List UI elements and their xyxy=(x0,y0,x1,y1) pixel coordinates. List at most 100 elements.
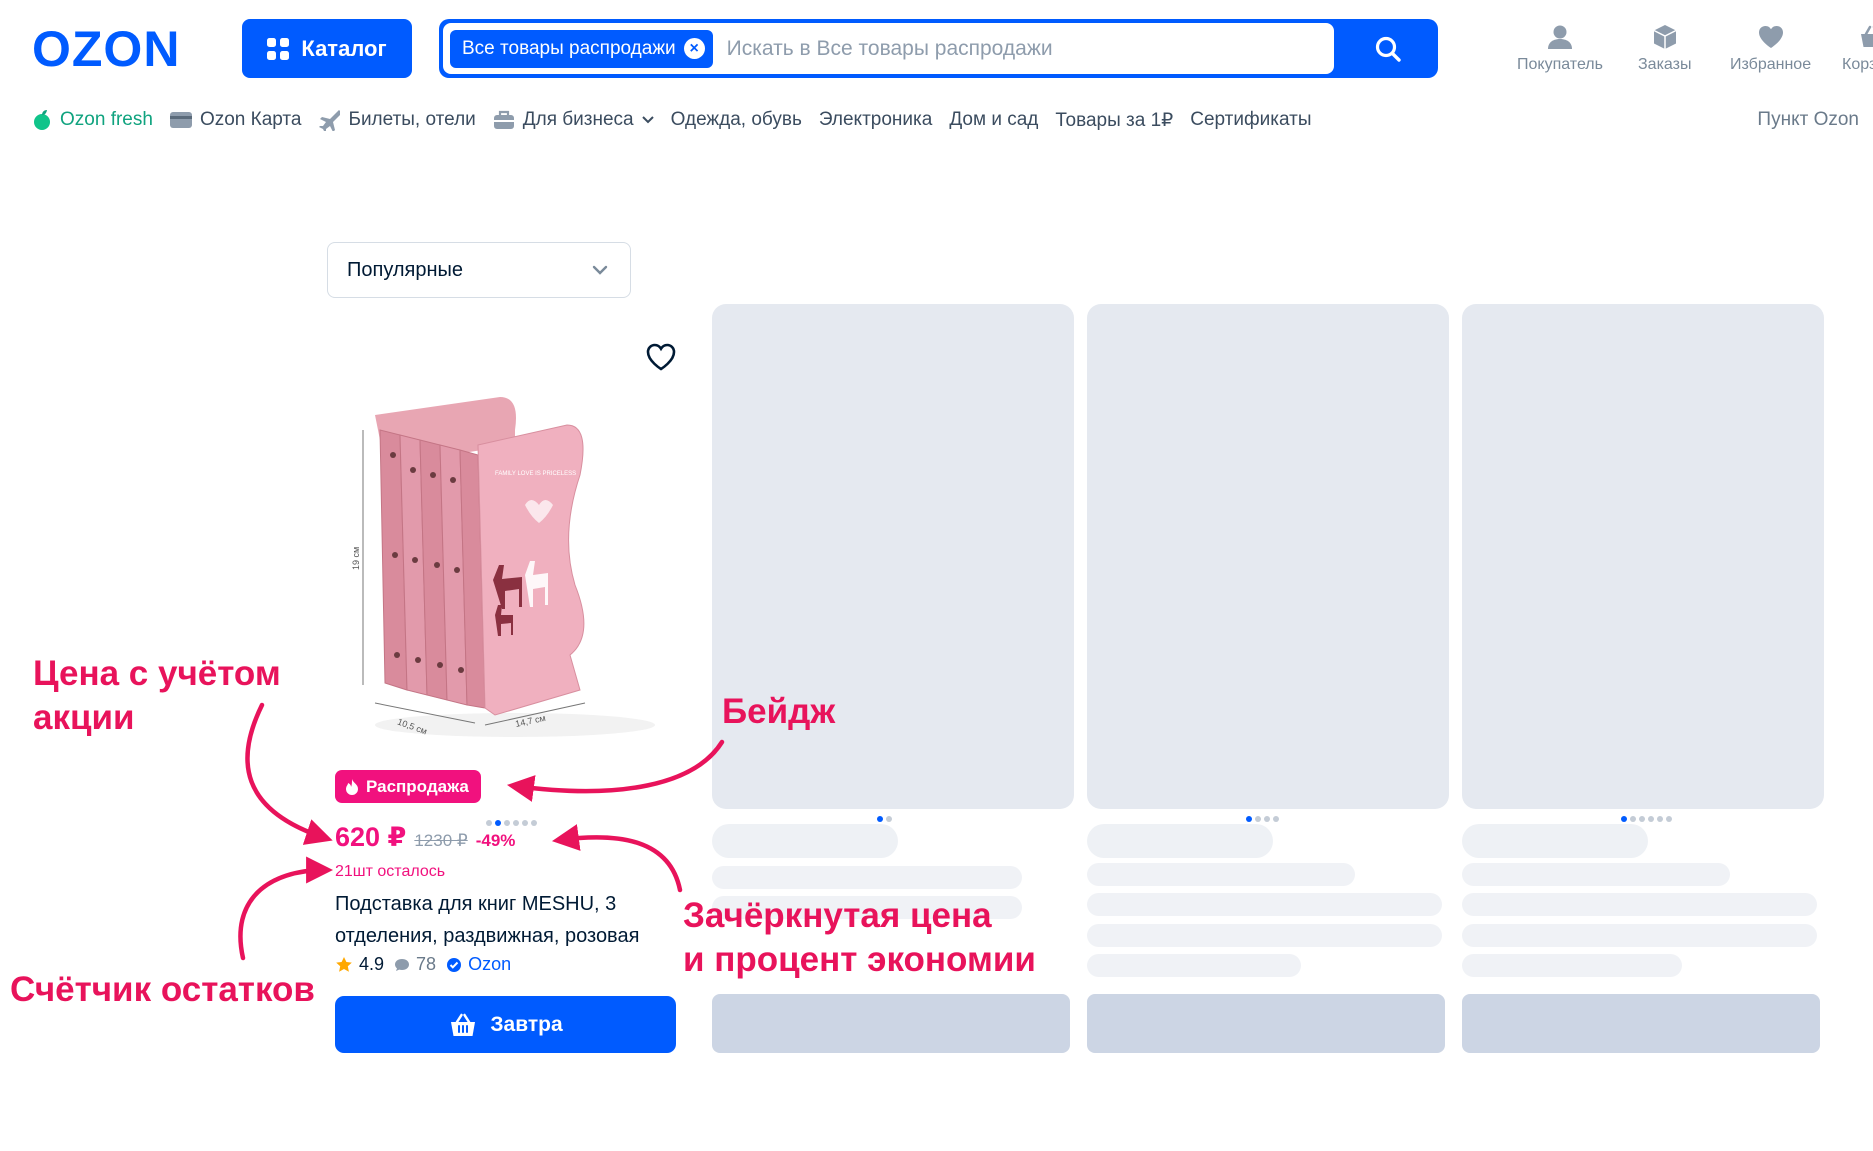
header-favorites[interactable]: Избранное xyxy=(1730,24,1811,74)
nav-item-ozon-fresh[interactable]: Ozon fresh xyxy=(32,109,153,131)
search-button[interactable] xyxy=(1338,19,1438,78)
search-scope-chip[interactable]: Все товары распродажи × xyxy=(450,29,713,68)
svg-text:19 см: 19 см xyxy=(351,547,361,570)
sale-badge: Распродажа xyxy=(335,770,481,803)
nav-label: Электроника xyxy=(818,109,933,130)
skeleton-line xyxy=(1087,893,1442,916)
nav-item-ozon-card[interactable]: Ozon Карта xyxy=(169,109,302,131)
annotation-line: акции xyxy=(33,698,135,737)
search-field: Все товары распродажи × xyxy=(443,23,1334,74)
carousel-dot[interactable] xyxy=(531,820,537,826)
arrow-to-badge xyxy=(506,739,725,802)
rating-value: 4.9 xyxy=(359,954,385,974)
old-price: 1230 ₽ xyxy=(414,831,468,850)
carousel-dot xyxy=(1639,816,1645,822)
header-user-label: Покупатель xyxy=(1517,56,1603,73)
product-image[interactable]: FAMILY LOVE IS PRICELESS 19 см 10,5 см 1… xyxy=(345,385,665,740)
chevron-down-icon xyxy=(641,116,654,124)
header-orders-label: Заказы xyxy=(1638,56,1692,73)
skeleton-line xyxy=(1462,893,1817,916)
carousel-dot xyxy=(1246,816,1252,822)
nav-item-business[interactable]: Для бизнеса xyxy=(493,109,654,131)
skeleton-price xyxy=(1462,824,1648,858)
skeleton-dots xyxy=(1246,816,1279,822)
header-cart[interactable]: Корзина xyxy=(1842,24,1873,74)
arrow-to-stock xyxy=(238,856,334,961)
carousel-dot xyxy=(1630,816,1636,822)
pickup-point-link[interactable]: Пункт Ozon xyxy=(1757,105,1859,135)
skeleton-line xyxy=(1087,954,1301,977)
skeleton-button xyxy=(1462,994,1820,1053)
chevron-down-icon xyxy=(592,265,608,275)
search-input[interactable] xyxy=(724,35,1329,62)
svg-text:OZON: OZON xyxy=(32,22,180,74)
annotation-line: Зачёркнутая цена xyxy=(683,896,992,935)
nav-label: Для бизнеса xyxy=(522,109,634,130)
nav-item-goods-for-1[interactable]: Товары за 1₽ xyxy=(1055,109,1173,132)
nav-label: Товары за 1₽ xyxy=(1055,109,1174,131)
seller-name[interactable]: Ozon xyxy=(468,954,511,975)
annotation-strike-price: Зачёркнутая цена и процент экономии xyxy=(683,894,1036,982)
category-nav: Ozon fresh Ozon Карта Билеты, отели Для … xyxy=(32,105,1328,135)
nav-item-certificates[interactable]: Сертификаты xyxy=(1190,109,1311,131)
product-title[interactable]: Подставка для книг MESHU, 3 отделения, р… xyxy=(335,888,685,952)
search-bar: Все товары распродажи × xyxy=(439,19,1438,78)
search-icon xyxy=(1375,36,1401,62)
header-cart-label: Корзина xyxy=(1842,56,1873,73)
carousel-dot xyxy=(886,816,892,822)
add-to-cart-label: Завтра xyxy=(490,1012,563,1036)
carousel-dot xyxy=(1264,816,1270,822)
nav-label: Ozon Карта xyxy=(199,109,302,130)
ozon-logo[interactable]: OZON xyxy=(30,22,210,74)
skeleton-image xyxy=(1462,304,1824,809)
annotation-promo-price: Цена с учётом акции xyxy=(33,652,281,740)
annotation-line: Цена с учётом xyxy=(33,654,281,693)
nav-label: Билеты, отели xyxy=(348,109,476,130)
current-price: 620 ₽ xyxy=(335,822,407,852)
catalog-label: Каталог xyxy=(301,35,387,61)
skeleton-line xyxy=(1087,924,1442,947)
card-icon xyxy=(169,112,192,128)
header-favorites-label: Избранное xyxy=(1730,56,1812,73)
nav-item-electronics[interactable]: Электроника xyxy=(819,109,932,131)
carousel-dot xyxy=(1648,816,1654,822)
sort-select[interactable]: Популярные xyxy=(327,242,631,298)
nav-item-tickets[interactable]: Билеты, отели xyxy=(318,109,476,131)
comment-icon xyxy=(395,958,410,971)
cart-icon xyxy=(1861,25,1873,47)
skeleton-price xyxy=(1087,824,1273,858)
price-row: 620 ₽ 1230 ₽ -49% xyxy=(335,822,515,853)
carousel-dot xyxy=(1621,816,1627,822)
search-scope-label: Все товары распродажи xyxy=(462,37,676,59)
catalog-button[interactable]: Каталог xyxy=(242,19,412,78)
flame-icon xyxy=(346,778,358,795)
annotation-badge: Бейдж xyxy=(722,692,836,731)
close-icon[interactable]: × xyxy=(683,38,705,59)
favorite-heart-icon[interactable] xyxy=(644,340,678,374)
reviews-count[interactable]: 78 xyxy=(416,954,436,975)
nav-label: Сертификаты xyxy=(1190,109,1312,130)
skeleton-dots xyxy=(877,816,892,822)
carousel-dot xyxy=(1666,816,1672,822)
stock-counter: 21шт осталось xyxy=(335,863,446,880)
verified-seller-icon xyxy=(447,957,462,972)
skeleton-price xyxy=(712,824,898,858)
carousel-dot[interactable] xyxy=(522,820,528,826)
cart-icon xyxy=(451,1013,476,1036)
header-orders[interactable]: Заказы xyxy=(1638,24,1691,74)
user-icon xyxy=(1547,25,1572,49)
header-user[interactable]: Покупатель xyxy=(1517,24,1603,74)
airplane-icon xyxy=(319,110,341,131)
skeleton-dots xyxy=(1621,816,1672,822)
sort-selected-value: Популярные xyxy=(347,258,464,281)
skeleton-button xyxy=(1087,994,1445,1053)
nav-item-clothes[interactable]: Одежда, обувь xyxy=(671,109,802,131)
skeleton-line xyxy=(1087,863,1355,886)
skeleton-image xyxy=(1087,304,1449,809)
star-icon xyxy=(336,956,352,972)
annotation-line: и процент экономии xyxy=(683,940,1036,979)
skeleton-button xyxy=(712,994,1070,1053)
nav-item-home-garden[interactable]: Дом и сад xyxy=(949,109,1038,131)
skeleton-line xyxy=(1462,924,1817,947)
add-to-cart-button[interactable]: Завтра xyxy=(335,996,676,1053)
